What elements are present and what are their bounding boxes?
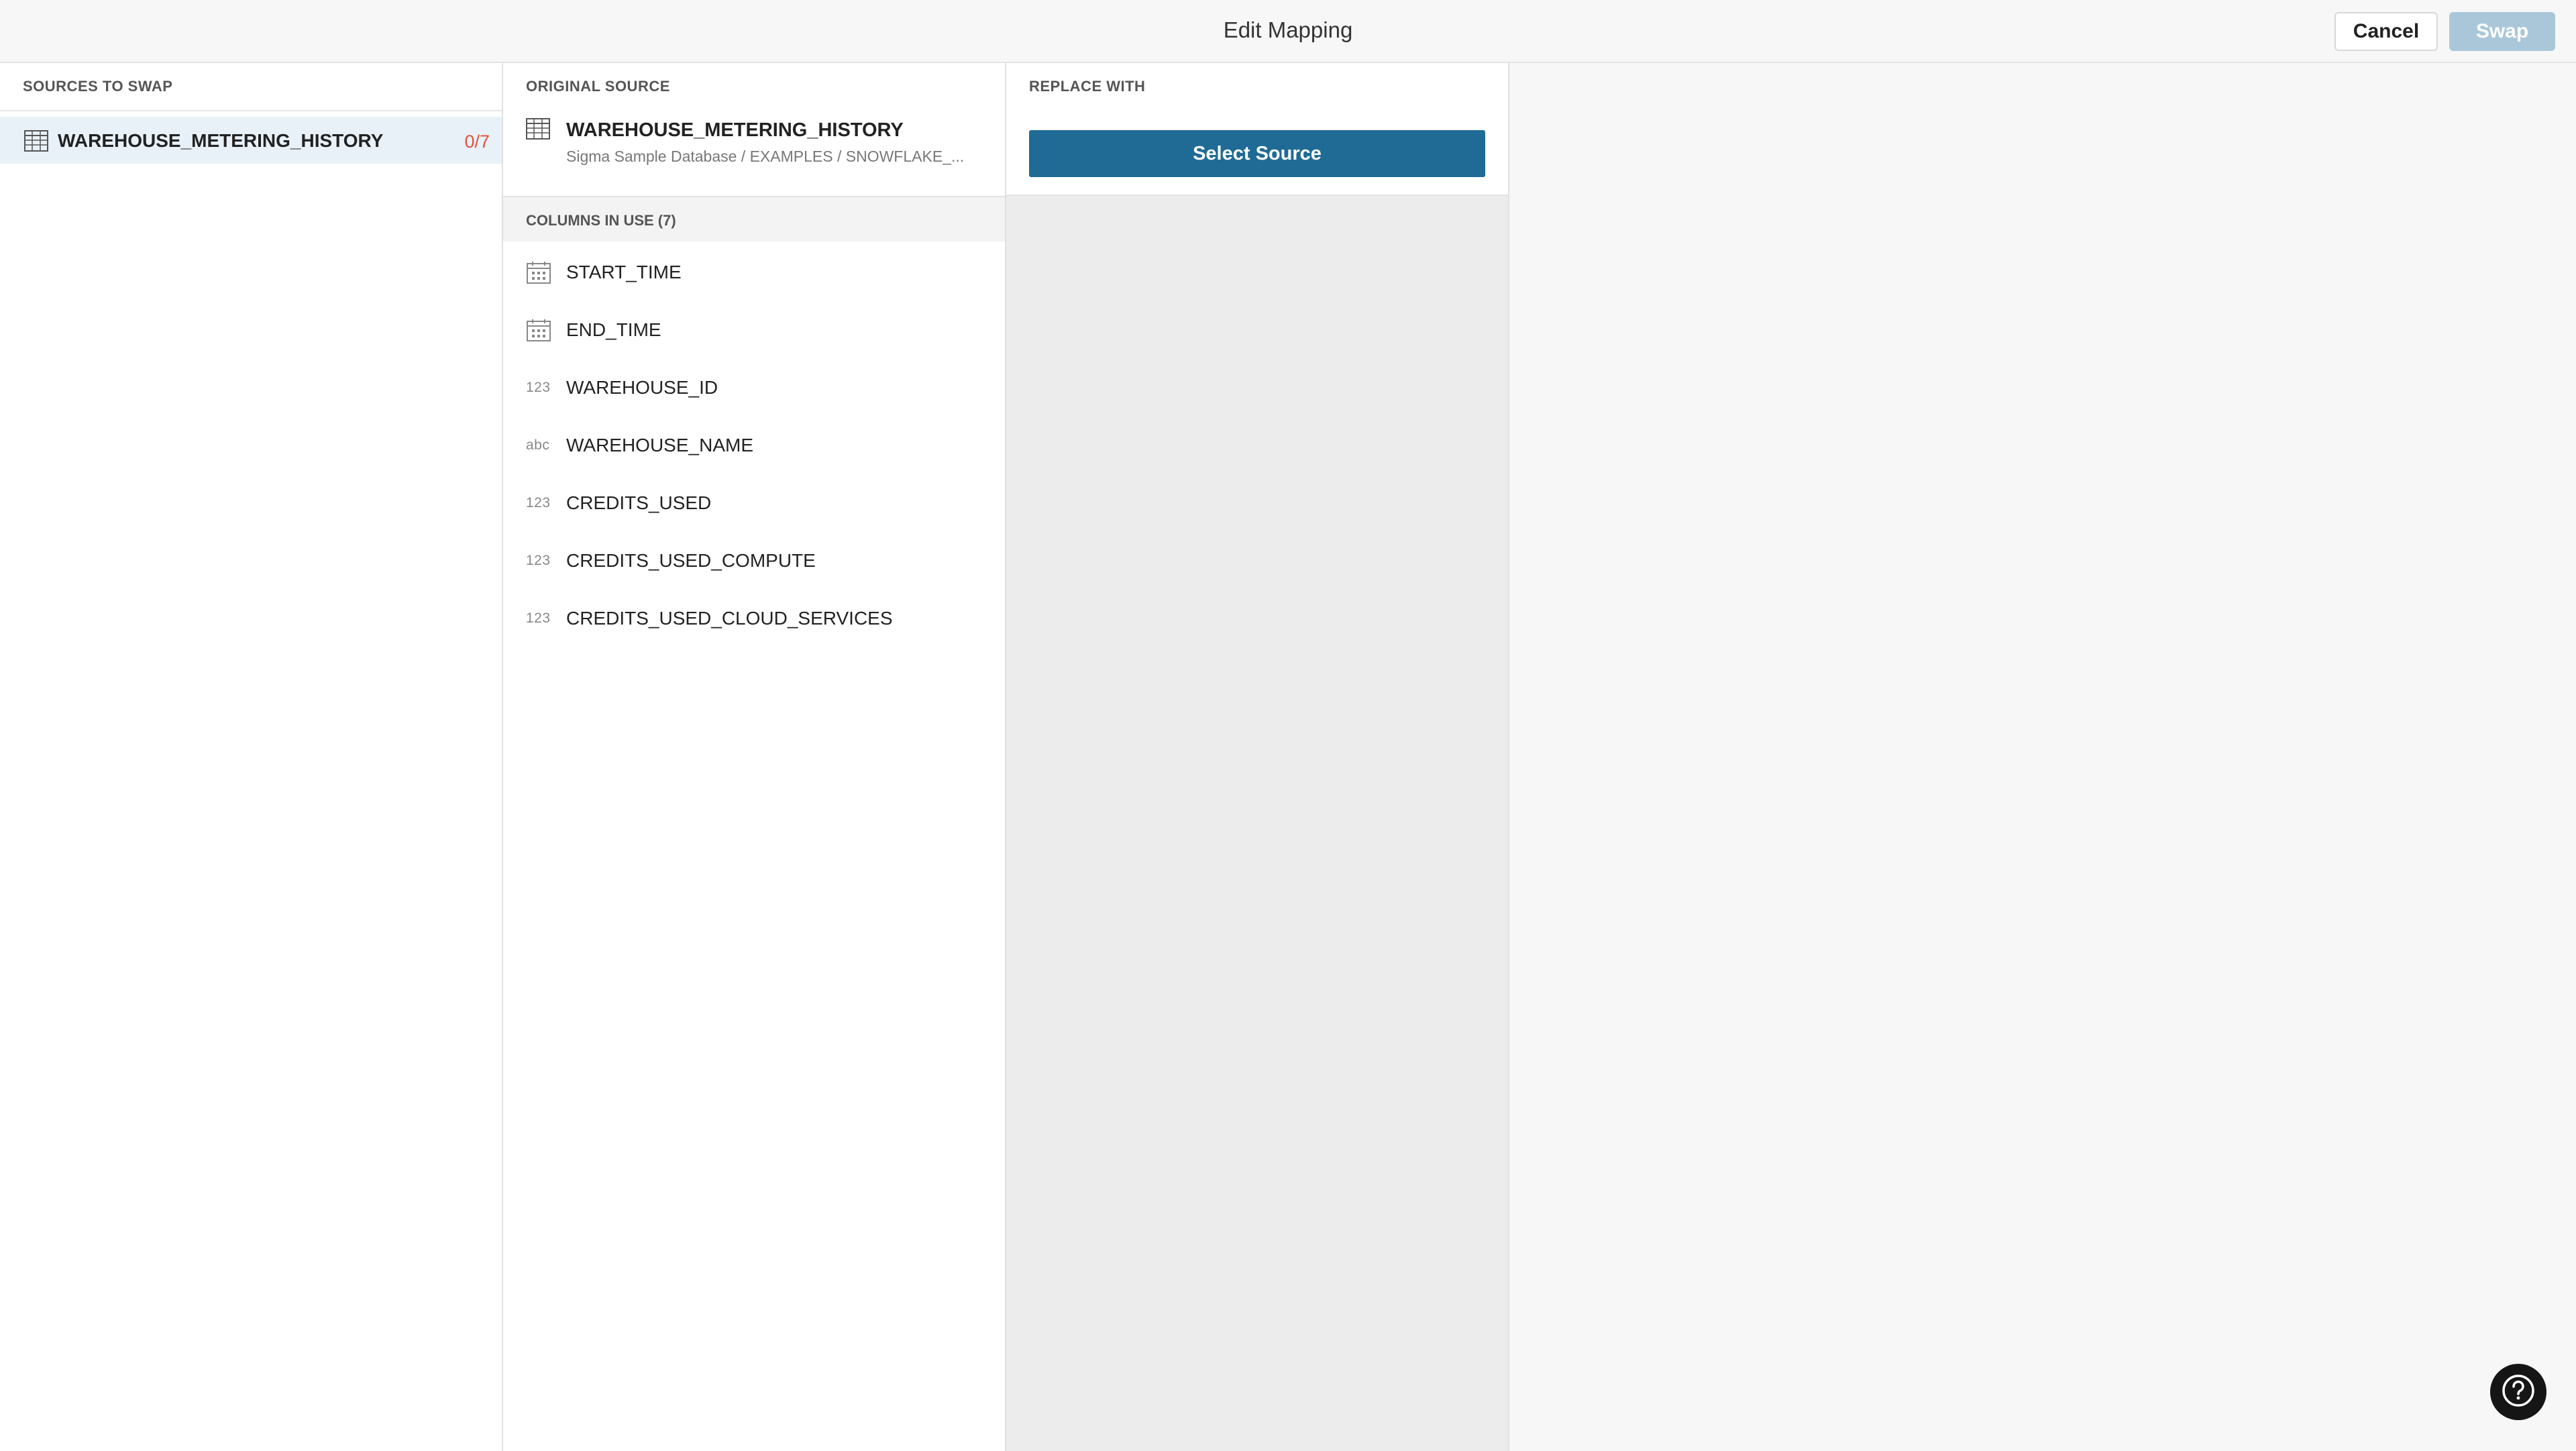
- original-source-panel: ORIGINAL SOURCE WAREHOUSE_METERING_HISTO…: [503, 63, 1006, 1451]
- calendar-icon: [526, 319, 553, 343]
- number-type-icon: 123: [526, 495, 551, 510]
- column-name: CREDITS_USED: [566, 492, 712, 513]
- columns-in-use-header: COLUMNS IN USE (7): [503, 196, 1005, 241]
- divider: [0, 110, 502, 111]
- calendar-icon: [526, 262, 553, 286]
- replace-with-panel: REPLACE WITH Select Source: [1006, 63, 1509, 1451]
- help-icon: [2501, 1373, 2536, 1411]
- column-name: START_TIME: [566, 262, 682, 282]
- text-type-icon: abc: [526, 437, 550, 453]
- list-item: END_TIME: [503, 299, 1005, 357]
- cancel-button[interactable]: Cancel: [2334, 12, 2438, 51]
- table-icon: [24, 130, 48, 155]
- original-source-path: Sigma Sample Database / EXAMPLES / SNOWF…: [566, 148, 965, 165]
- header-bar: Edit Mapping Cancel Swap: [0, 0, 2576, 63]
- source-item[interactable]: WAREHOUSE_METERING_HISTORY 0/7: [0, 117, 502, 164]
- number-type-icon: 123: [526, 553, 551, 568]
- source-name: WAREHOUSE_METERING_HISTORY: [58, 130, 384, 151]
- original-source-name: WAREHOUSE_METERING_HISTORY: [566, 119, 904, 141]
- list-item: START_TIME: [503, 241, 1005, 299]
- table-icon: [526, 118, 550, 143]
- original-source-label: ORIGINAL SOURCE: [526, 78, 670, 95]
- number-type-icon: 123: [526, 380, 551, 395]
- number-type-icon: 123: [526, 610, 551, 626]
- list-item: abc WAREHOUSE_NAME: [503, 415, 1005, 472]
- select-source-button[interactable]: Select Source: [1029, 130, 1485, 177]
- original-source-info: WAREHOUSE_METERING_HISTORY Sigma Sample …: [503, 110, 1005, 196]
- column-name: CREDITS_USED_COMPUTE: [566, 550, 816, 571]
- column-name: WAREHOUSE_ID: [566, 377, 718, 398]
- swap-button[interactable]: Swap: [2449, 12, 2555, 51]
- mapping-count: 0/7: [464, 131, 490, 152]
- sources-label: SOURCES TO SWAP: [23, 78, 173, 95]
- list-item: 123 CREDITS_USED_COMPUTE: [503, 530, 1005, 588]
- list-item: 123 CREDITS_USED: [503, 472, 1005, 530]
- list-item: 123 CREDITS_USED_CLOUD_SERVICES: [503, 588, 1005, 645]
- page-title: Edit Mapping: [1223, 17, 1353, 42]
- replace-with-label: REPLACE WITH: [1029, 78, 1146, 95]
- help-button[interactable]: [2490, 1364, 2546, 1420]
- list-item: 123 WAREHOUSE_ID: [503, 357, 1005, 415]
- columns-in-use-label: COLUMNS IN USE (7): [526, 212, 676, 229]
- column-name: CREDITS_USED_CLOUD_SERVICES: [566, 608, 893, 629]
- sources-panel: SOURCES TO SWAP WAREHOUSE_METERING_HISTO…: [0, 63, 503, 1451]
- replace-with-header: REPLACE WITH Select Source: [1006, 63, 1508, 196]
- column-list: START_TIME END_TIME 123 WAREHOUSE_ID abc…: [503, 241, 1005, 645]
- column-name: WAREHOUSE_NAME: [566, 435, 754, 455]
- column-name: END_TIME: [566, 319, 661, 340]
